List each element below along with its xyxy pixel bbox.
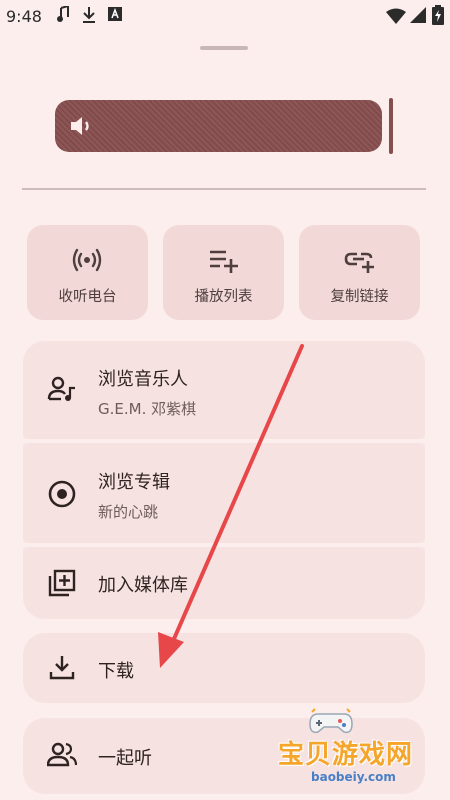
playlist-label: 播放列表 <box>194 289 253 305</box>
watermark-title: 宝贝游戏网 <box>278 740 414 770</box>
drag-handle[interactable] <box>200 46 248 50</box>
copy-link-label: 复制链接 <box>330 289 389 305</box>
radio-icon <box>72 248 102 272</box>
browse-album-title: 浏览专辑 <box>98 472 170 493</box>
signal-icon <box>410 7 426 23</box>
watermark: 宝贝游戏网 baobeiy.com <box>268 704 428 794</box>
browse-album-item[interactable]: 浏览专辑 新的心跳 <box>23 443 425 543</box>
people-icon <box>47 742 77 767</box>
playlist-add-icon <box>210 250 238 273</box>
artist-icon <box>47 376 75 401</box>
radio-label: 收听电台 <box>58 289 117 305</box>
link-add-icon <box>344 252 374 273</box>
keyboard-status-icon <box>108 7 122 21</box>
library-add-icon <box>48 569 76 597</box>
browse-artist-item[interactable]: 浏览音乐人 G.E.M. 邓紫棋 <box>23 341 425 439</box>
download-status-icon <box>83 7 95 23</box>
volume-slider-thumb[interactable] <box>389 98 393 154</box>
album-icon <box>48 480 76 508</box>
music-note-icon <box>57 6 69 22</box>
download-icon <box>49 656 75 680</box>
listen-together-title: 一起听 <box>98 748 152 769</box>
volume-icon <box>71 117 89 135</box>
playlist-button[interactable]: 播放列表 <box>163 225 284 320</box>
download-title: 下载 <box>98 661 134 682</box>
browse-artist-subtitle: G.E.M. 邓紫棋 <box>98 400 197 418</box>
quick-actions: 收听电台 播放列表 复制链接 <box>27 225 421 320</box>
watermark-url: baobeiy.com <box>311 770 396 784</box>
browse-artist-title: 浏览音乐人 <box>98 369 188 390</box>
wifi-icon <box>386 8 406 24</box>
status-time: 9:48 <box>6 7 42 26</box>
browse-album-subtitle: 新的心跳 <box>98 503 159 521</box>
add-library-title: 加入媒体库 <box>98 575 188 596</box>
download-item[interactable]: 下载 <box>23 633 425 703</box>
radio-button[interactable]: 收听电台 <box>27 225 148 320</box>
add-library-item[interactable]: 加入媒体库 <box>23 547 425 619</box>
volume-slider[interactable] <box>55 98 400 154</box>
copy-link-button[interactable]: 复制链接 <box>299 225 420 320</box>
status-bar: 9:48 <box>0 0 450 32</box>
volume-slider-fill <box>55 100 382 152</box>
battery-icon <box>432 5 444 25</box>
gamepad-icon <box>309 708 353 734</box>
divider <box>22 188 426 190</box>
